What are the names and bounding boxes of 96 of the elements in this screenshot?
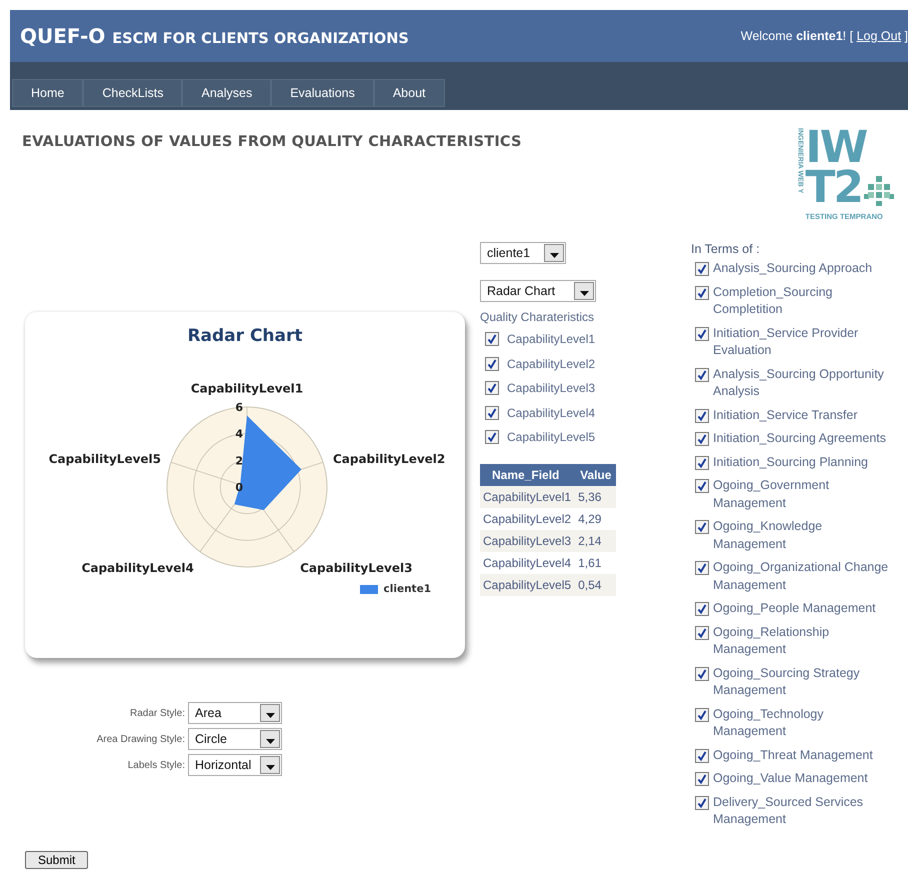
caret-icon [266, 765, 274, 770]
table-cell: CapabilityLevel2 [480, 508, 576, 530]
checkbox[interactable] [695, 626, 709, 640]
nav-tab[interactable]: Evaluations [271, 79, 374, 107]
table-cell: 0,54 [575, 574, 616, 596]
checkbox[interactable] [695, 666, 709, 680]
checkbox-label: CapabilityLevel2 [507, 356, 596, 371]
checkbox[interactable] [695, 708, 709, 722]
chart-title: Radar Chart [186, 326, 304, 346]
nav-tab[interactable]: CheckLists [83, 79, 182, 107]
checkbox[interactable] [695, 796, 709, 810]
tick-label: 6 [235, 401, 243, 414]
checkbox[interactable] [695, 326, 709, 340]
table-cell: 4,29 [575, 508, 616, 530]
checkbox-label: Analysis_Sourcing Opportunity Analysis [713, 366, 885, 400]
checkbox-label: CapabilityLevel1 [507, 332, 596, 346]
logout-link[interactable]: Log Out [856, 29, 902, 43]
tick-label: 4 [235, 428, 243, 441]
logo-mark: T2 [805, 168, 862, 208]
page-title: EVALUATIONS OF VALUES FROM QUALITY CHARACTERISTICS [22, 134, 522, 152]
logo-mark: IW [805, 128, 866, 168]
checkbox[interactable] [695, 520, 709, 534]
welcome-text: Welcome cliente1! [ Log Out ] [740, 29, 908, 43]
checkbox-label: Ogoing_Relationship Management [713, 624, 830, 658]
checkbox-label: Ogoing_Technology Management [713, 706, 824, 740]
checkbox-label: Ogoing_People Management [713, 600, 876, 617]
option-label: Labels Style: [126, 760, 185, 770]
axis-label: CapabilityLevel3 [300, 561, 412, 576]
checkbox-label: CapabilityLevel5 [507, 430, 596, 444]
checkbox-label: Initiation_Service Provider Evaluation [713, 324, 860, 359]
axis-label: CapabilityLevel4 [82, 561, 194, 576]
checkbox[interactable] [485, 406, 499, 420]
checkbox-label: CapabilityLevel4 [507, 406, 596, 420]
checkbox-label: Ogoing_Threat Management [713, 746, 873, 764]
checkbox[interactable] [695, 286, 709, 300]
checkbox-label: Ogoing_Organizational Change Management [713, 559, 890, 594]
checkbox[interactable] [485, 332, 499, 346]
dropdown[interactable]: Horizontal [188, 754, 282, 776]
checkbox[interactable] [695, 561, 709, 575]
table-cell: 1,61 [575, 552, 616, 574]
caret-icon [266, 739, 274, 744]
checkbox[interactable] [695, 479, 709, 493]
checkbox-label: Completion_Sourcing Completition [713, 284, 834, 318]
checkbox-label: Ogoing_Knowledge Management [713, 518, 824, 553]
table-cell: 5,36 [575, 486, 616, 508]
axis-label: CapabilityLevel2 [332, 452, 446, 466]
checkbox-label: Initiation_Sourcing Agreements [713, 430, 886, 447]
diamond-pattern-icon [862, 174, 896, 208]
checkbox[interactable] [695, 408, 709, 422]
section-label: In Terms of : [691, 242, 761, 256]
checkbox-label: CapabilityLevel3 [507, 381, 596, 396]
legend-label: cliente1 [384, 583, 431, 595]
checkbox[interactable] [695, 368, 709, 382]
section-label: Quality Charateristics [480, 310, 594, 324]
table-cell: CapabilityLevel1 [480, 486, 576, 508]
checkbox[interactable] [695, 748, 709, 762]
nav-tab[interactable]: Analyses [182, 79, 272, 107]
caret-icon [580, 291, 588, 296]
column-header: Value [575, 464, 616, 486]
table-cell: CapabilityLevel4 [480, 552, 576, 574]
checkbox-label: Analysis_Sourcing Approach [713, 260, 872, 277]
checkbox-label: Delivery_Sourced Services Management [713, 794, 864, 828]
checkbox[interactable] [695, 772, 709, 786]
nav-tab[interactable]: About [374, 79, 445, 107]
dropdown[interactable]: Circle [188, 728, 282, 750]
checkbox-label: Initiation_Sourcing Planning [713, 454, 868, 471]
checkbox-label: Ogoing_Government Management [713, 477, 830, 512]
tick-label: 2 [235, 454, 243, 468]
checkbox[interactable] [695, 432, 709, 446]
caret-icon [266, 713, 274, 718]
nav-tab[interactable]: Home [12, 79, 84, 107]
caret-icon [550, 253, 558, 258]
checkbox[interactable] [485, 381, 499, 396]
axis-label: CapabilityLevel1 [190, 382, 304, 396]
checkbox[interactable] [485, 356, 499, 371]
table-cell: 2,14 [575, 530, 616, 552]
app-title: QUEF-O [20, 24, 106, 48]
checkbox-label: Ogoing_Value Management [713, 770, 868, 787]
option-label: Radar Style: [128, 708, 185, 718]
checkbox[interactable] [695, 602, 709, 616]
tick-label: 0 [235, 481, 243, 494]
app-subtitle: ESCM FOR CLIENTS ORGANIZATIONS [112, 31, 409, 47]
checkbox-label: Initiation_Service Transfer [713, 406, 858, 424]
dropdown[interactable]: cliente1 [480, 242, 566, 264]
checkbox[interactable] [695, 456, 709, 470]
table-cell: CapabilityLevel5 [480, 574, 576, 596]
dropdown[interactable]: Radar Chart [480, 280, 596, 302]
column-header: Name_Field [480, 464, 576, 486]
option-label: Area Drawing Style: [96, 734, 185, 744]
checkbox[interactable] [695, 262, 709, 276]
submit-button[interactable]: Submit [25, 851, 88, 869]
dropdown[interactable]: Area [188, 702, 282, 724]
checkbox-label: Ogoing_Sourcing Strategy Management [713, 664, 861, 699]
axis-label: CapabilityLevel5 [48, 452, 162, 466]
checkbox[interactable] [485, 430, 499, 444]
table-cell: CapabilityLevel3 [480, 530, 576, 552]
